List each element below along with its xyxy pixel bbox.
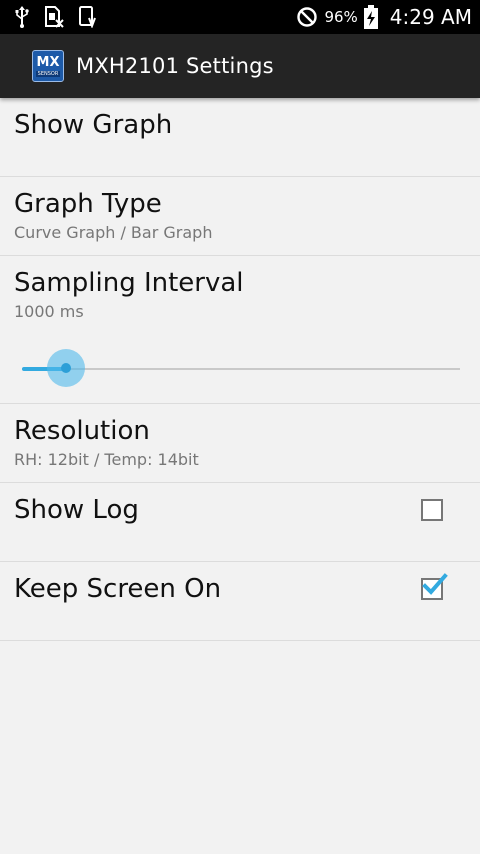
action-bar: MX SENSOR MXH2101 Settings <box>0 34 480 98</box>
checkbox-box <box>421 499 443 521</box>
status-bar: 96% 4:29 AM <box>0 0 480 34</box>
pref-title: Show Graph <box>14 110 173 140</box>
slider-track[interactable] <box>22 368 460 370</box>
system-indicators: 96% 4:29 AM <box>296 5 472 29</box>
do-not-disturb-icon <box>296 6 318 28</box>
app-logo[interactable]: MX SENSOR <box>32 50 64 82</box>
logo-text: MX <box>36 54 60 70</box>
battery-percent: 96% <box>324 8 358 26</box>
pref-summary: RH: 12bit / Temp: 14bit <box>14 450 199 469</box>
sampling-interval-slider[interactable] <box>22 348 460 388</box>
logo-subtext: SENSOR <box>35 70 61 77</box>
sim-error-icon <box>44 6 64 28</box>
pref-show-graph[interactable]: Show Graph <box>0 98 480 177</box>
pref-title: Show Log <box>14 495 139 525</box>
pref-title: Sampling Interval <box>14 268 244 298</box>
show-log-checkbox[interactable] <box>421 499 443 521</box>
pref-summary: Curve Graph / Bar Graph <box>14 223 213 242</box>
pref-summary: 1000 ms <box>14 302 84 321</box>
battery-charging-icon <box>363 5 378 29</box>
page-title: MXH2101 Settings <box>76 54 274 78</box>
pref-graph-type[interactable]: Graph Type Curve Graph / Bar Graph <box>0 177 480 256</box>
notification-icons <box>14 6 98 28</box>
checkmark-icon <box>422 573 448 595</box>
usb-icon <box>14 6 30 28</box>
status-clock: 4:29 AM <box>389 5 472 29</box>
pref-resolution[interactable]: Resolution RH: 12bit / Temp: 14bit <box>0 404 480 483</box>
pref-show-log[interactable]: Show Log <box>0 483 480 562</box>
pref-title: Resolution <box>14 416 150 446</box>
pref-title: Graph Type <box>14 189 162 219</box>
pref-keep-screen-on[interactable]: Keep Screen On <box>0 562 480 641</box>
slider-thumb[interactable] <box>47 349 85 387</box>
pref-title: Keep Screen On <box>14 574 222 604</box>
download-icon <box>78 6 98 28</box>
keep-screen-on-checkbox[interactable] <box>421 573 448 600</box>
pref-sampling-interval: Sampling Interval 1000 ms <box>0 256 480 404</box>
settings-list: Show Graph Graph Type Curve Graph / Bar … <box>0 98 480 641</box>
